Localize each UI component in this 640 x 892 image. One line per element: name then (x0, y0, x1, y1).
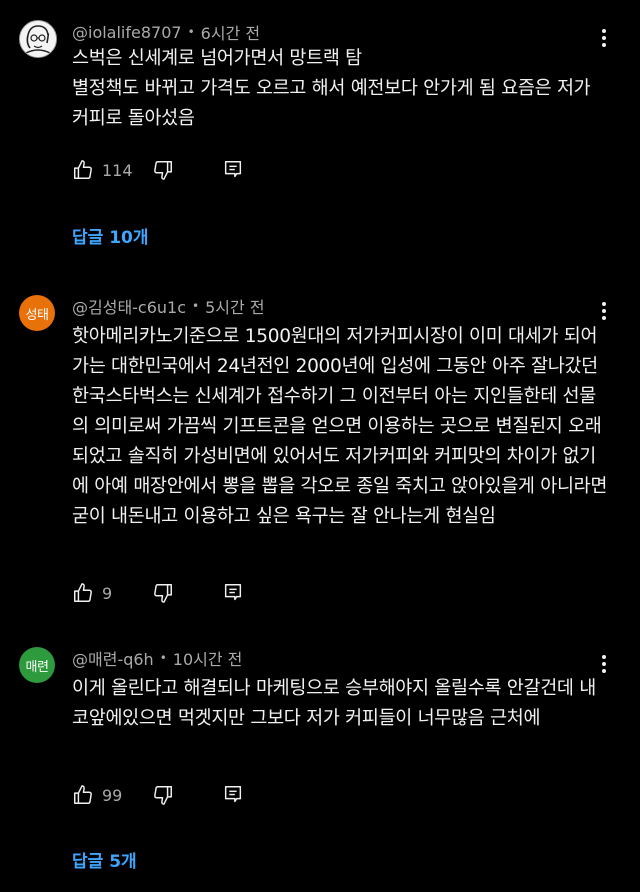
timestamp[interactable]: 5시간 전 (205, 294, 264, 318)
separator-dot: • (159, 651, 167, 665)
reply-comment-icon (224, 584, 242, 601)
illustrated-face-icon (20, 21, 56, 57)
separator-dot: • (192, 299, 200, 313)
comment-actions: 9 (72, 580, 244, 606)
more-options-icon[interactable] (594, 298, 614, 324)
avatar[interactable] (19, 20, 57, 58)
thumbs-down-icon (154, 161, 172, 180)
thumbs-up-icon (74, 160, 92, 179)
comment-text: 이게 올린다고 해결되나 마케팅으로 승부해야지 올릴수록 안갈건데 내 코앞에… (72, 678, 596, 729)
comment-text: 핫아메리카노기준으로 1500원대의 저가커피시장이 이미 대세가 되어가는 대… (72, 326, 608, 527)
comment-meta: @김성태-c6u1c • 5시간 전 (72, 295, 265, 317)
like-button[interactable]: 99 (72, 784, 134, 806)
dislike-button[interactable] (152, 784, 174, 806)
separator-dot: • (187, 25, 195, 39)
timestamp[interactable]: 10시간 전 (173, 646, 243, 670)
timestamp[interactable]: 6시간 전 (201, 20, 260, 44)
reply-button[interactable] (222, 582, 244, 604)
comment-text: 스벅은 신세계로 넘어가면서 망트랙 탐 별정책도 바뀌고 가격도 오르고 해서… (72, 48, 591, 129)
thumbs-down-icon (154, 584, 172, 603)
reply-button[interactable] (222, 159, 244, 181)
thumbs-up-icon (74, 785, 92, 804)
thumbs-down-icon (154, 786, 172, 805)
author-name[interactable]: @김성태-c6u1c (72, 294, 186, 318)
view-replies-link[interactable]: 답글 5개 (72, 847, 137, 872)
like-button[interactable]: 9 (72, 582, 134, 604)
avatar[interactable]: 매련 (19, 647, 55, 683)
comment-actions: 114 (72, 157, 244, 183)
reply-comment-icon (224, 786, 242, 803)
comment-meta: @iolalife8707 • 6시간 전 (72, 20, 260, 44)
like-count: 99 (102, 785, 123, 805)
view-replies-link[interactable]: 답글 10개 (72, 223, 149, 248)
dislike-button[interactable] (152, 159, 174, 181)
dislike-button[interactable] (152, 582, 174, 604)
like-count: 9 (102, 583, 113, 603)
like-count: 114 (102, 160, 133, 180)
like-button[interactable]: 114 (72, 159, 134, 181)
avatar[interactable]: 성태 (19, 295, 55, 331)
comment-actions: 99 (72, 782, 244, 808)
comment-meta: @매련-q6h • 10시간 전 (72, 647, 242, 669)
reply-comment-icon (224, 161, 242, 178)
reply-button[interactable] (222, 784, 244, 806)
author-name[interactable]: @iolalife8707 (72, 23, 182, 42)
thumbs-up-icon (74, 583, 92, 602)
author-name[interactable]: @매련-q6h (72, 646, 154, 670)
